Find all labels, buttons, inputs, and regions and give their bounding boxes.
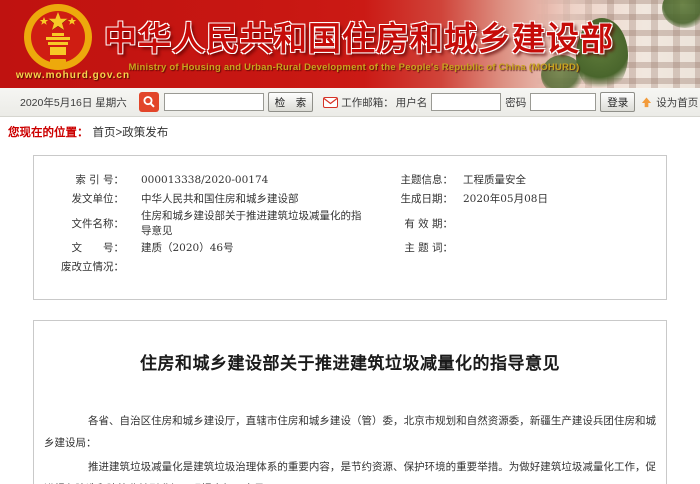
meta-value: 住房和城乡建设部关于推进建筑垃圾减量化的指导意见	[141, 210, 362, 237]
breadcrumb-path[interactable]: 首页>政策发布	[93, 124, 169, 140]
meta-label: 文 号：	[71, 242, 125, 254]
national-emblem-icon	[24, 4, 92, 70]
password-label: 密码	[505, 96, 527, 109]
table-row: 废改立情况：	[34, 257, 666, 276]
current-date: 2020年5月16日 星期六	[20, 96, 127, 109]
document-content-box: 住房和城乡建设部关于推进建筑垃圾减量化的指导意见 各省、自治区住房和城乡建设厅，…	[33, 320, 667, 484]
table-row: 文件名称： 住房和城乡建设部关于推进建筑垃圾减量化的指导意见 有 效 期：	[34, 208, 666, 238]
document-paragraph: 各省、自治区住房和城乡建设厅，直辖市住房和城乡建设（管）委，北京市规划和自然资源…	[44, 415, 656, 449]
set-home-arrow-icon	[641, 96, 652, 108]
site-title: 中华人民共和国住房和城乡建设部	[104, 20, 614, 57]
search-input[interactable]	[163, 93, 264, 111]
search-icon	[138, 92, 159, 112]
quick-links: 设为首页 收藏本站	[641, 95, 700, 110]
metadata-table: 索 引 号： 000013338/2020-00174 主题信息： 工程质量安全…	[34, 170, 666, 276]
meta-value: 000013338/2020-00174	[141, 173, 269, 186]
meta-label: 文件名称：	[71, 217, 125, 230]
breadcrumb: 您现在的位置： 首页>政策发布	[0, 117, 700, 146]
meta-label: 生成日期：	[400, 193, 454, 205]
document-paragraph: 推进建筑垃圾减量化是建筑垃圾治理体系的重要内容，是节约资源、保护环境的重要举措。…	[44, 461, 656, 484]
work-mail-label: 工作邮箱：	[341, 96, 394, 109]
password-input[interactable]	[530, 93, 597, 111]
document-title: 住房和城乡建设部关于推进建筑垃圾减量化的指导意见	[140, 354, 560, 374]
meta-label: 主 题 词：	[404, 242, 453, 254]
meta-label: 废改立情况：	[61, 261, 124, 273]
meta-value: 建质（2020）46号	[141, 242, 234, 254]
meta-value	[453, 238, 666, 257]
document-metadata-box: 索 引 号： 000013338/2020-00174 主题信息： 工程质量安全…	[33, 155, 667, 300]
table-row: 发文单位： 中华人民共和国住房和城乡建设部 生成日期： 2020年05月08日	[34, 189, 666, 208]
breadcrumb-prefix: 您现在的位置：	[8, 126, 89, 139]
meta-value	[124, 257, 369, 276]
meta-label: 索 引 号：	[75, 174, 124, 186]
site-banner: www.mohurd.gov.cn 中华人民共和国住房和城乡建设部 Minist…	[0, 0, 700, 88]
meta-value: 工程质量安全	[463, 174, 526, 186]
site-subtitle-english: Ministry of Housing and Urban-Rural Deve…	[128, 62, 580, 73]
table-row: 文 号： 建质（2020）46号 主 题 词：	[34, 238, 666, 257]
search-button[interactable]: 检 索	[267, 92, 314, 112]
toolbar: 2020年5月16日 星期六 检 索 工作邮箱： 用户名 密码 登录 设为首页 …	[0, 88, 700, 117]
meta-value	[453, 257, 666, 276]
set-home-link[interactable]: 设为首页	[656, 95, 698, 110]
meta-label	[369, 257, 453, 276]
meta-label: 发文单位：	[71, 193, 125, 205]
meta-label: 主题信息：	[400, 174, 454, 186]
username-input[interactable]	[431, 93, 502, 111]
table-row: 索 引 号： 000013338/2020-00174 主题信息： 工程质量安全	[34, 170, 666, 189]
meta-label: 有 效 期：	[404, 217, 453, 230]
mail-icon	[323, 96, 339, 108]
username-label: 用户名	[395, 96, 428, 109]
login-button[interactable]: 登录	[600, 92, 636, 112]
meta-value	[453, 208, 666, 238]
meta-value: 中华人民共和国住房和城乡建设部	[141, 193, 299, 205]
meta-value: 2020年05月08日	[463, 193, 548, 205]
